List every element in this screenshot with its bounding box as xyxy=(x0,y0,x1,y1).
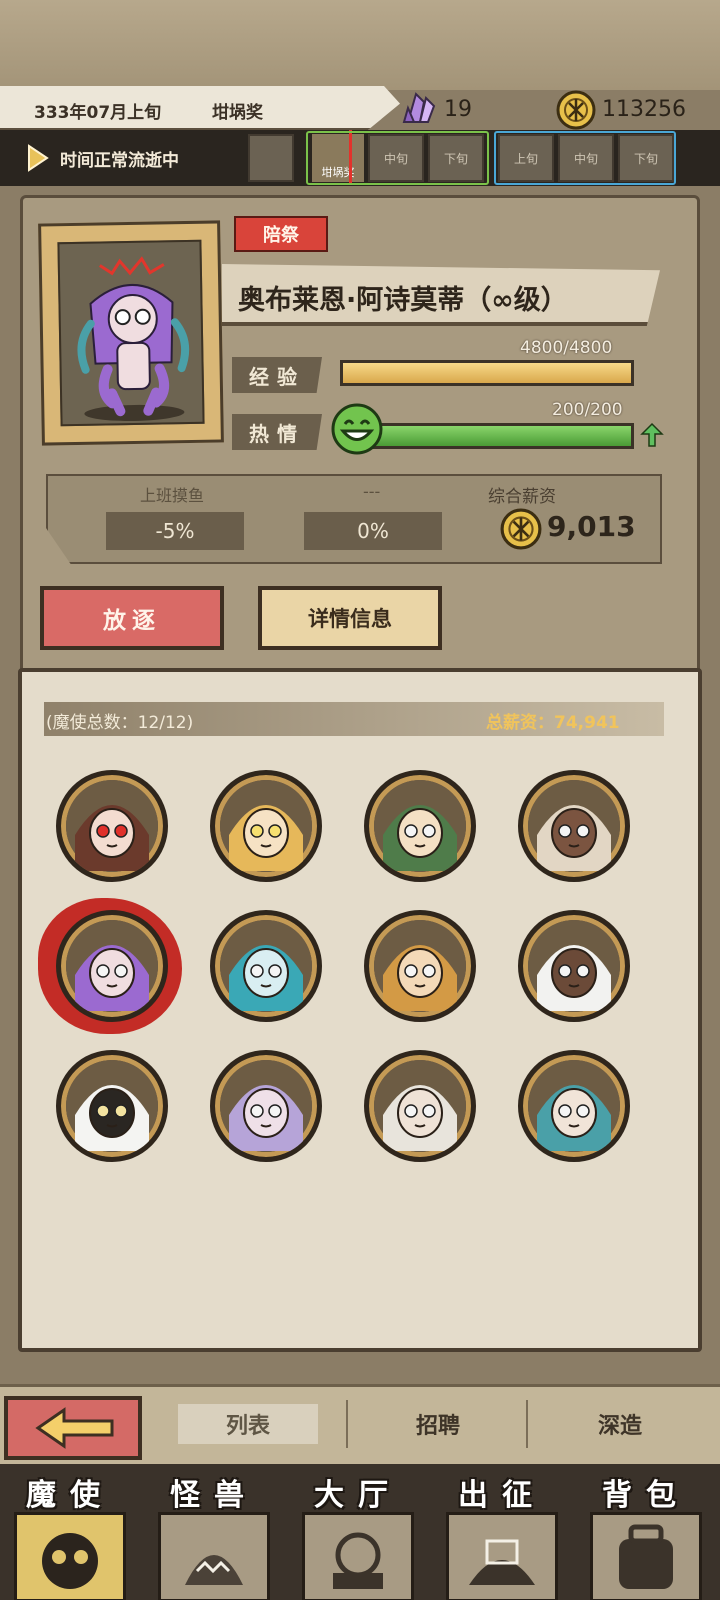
avatar-portrait xyxy=(374,1060,466,1152)
passion-value: 200/200 xyxy=(552,400,623,420)
skull-icon xyxy=(14,1512,126,1600)
avatar-portrait xyxy=(220,920,312,1012)
character-portrait[interactable] xyxy=(38,220,224,446)
roster-avatar[interactable] xyxy=(56,770,168,882)
current-date: 333年07月上旬 xyxy=(34,103,162,123)
slack-off-title: 上班摸鱼 xyxy=(140,486,205,505)
character-name: 奥布莱恩·阿诗莫蒂（∞级） xyxy=(238,285,568,316)
avatar-portrait xyxy=(220,1060,312,1152)
back-button[interactable] xyxy=(4,1396,142,1460)
top-background xyxy=(0,0,720,90)
roster-avatar[interactable] xyxy=(364,910,476,1022)
tab-divider xyxy=(346,1400,348,1448)
exp-bar xyxy=(340,360,634,386)
back-arrow-icon xyxy=(35,1407,114,1449)
nav-label: 魔使 xyxy=(26,1478,114,1513)
stat-two-value: 0% xyxy=(304,512,442,550)
tab-divider xyxy=(526,1400,528,1448)
monster-icon xyxy=(158,1512,270,1600)
avatar-portrait xyxy=(66,1060,158,1152)
current-month-group xyxy=(306,131,489,185)
avatar-portrait xyxy=(528,920,620,1012)
tab-list[interactable]: 列表 xyxy=(178,1404,318,1444)
nav-label: 背包 xyxy=(602,1478,690,1513)
roster-avatar[interactable] xyxy=(518,770,630,882)
crystal-icon xyxy=(402,92,436,123)
passion-bar-fill xyxy=(373,426,631,446)
tab-train[interactable]: 深造 xyxy=(550,1404,690,1444)
play-icon[interactable] xyxy=(26,144,50,172)
roster-avatar[interactable] xyxy=(210,770,322,882)
roster-count: (魔使总数：12/12) xyxy=(46,713,194,733)
avatar-portrait xyxy=(528,1060,620,1152)
roster-avatar[interactable] xyxy=(518,910,630,1022)
avatar-portrait xyxy=(528,780,620,872)
avatar-portrait xyxy=(374,920,466,1012)
salary-value: 9,013 xyxy=(547,510,636,543)
roster-avatar[interactable] xyxy=(364,770,476,882)
time-status: 时间正常流逝中 xyxy=(60,151,179,171)
rank-badge: 陪祭 xyxy=(234,216,328,252)
nav-demons[interactable]: 魔使 xyxy=(0,1470,140,1600)
salary-title: 综合薪资 xyxy=(488,487,556,507)
roster-avatar[interactable] xyxy=(56,1050,168,1162)
coin-icon xyxy=(500,508,542,550)
bag-icon xyxy=(590,1512,702,1600)
nav-label: 怪兽 xyxy=(170,1478,258,1513)
passion-label: 热情 xyxy=(232,414,322,450)
up-arrow-icon xyxy=(640,422,664,447)
hall-icon xyxy=(302,1512,414,1600)
crystal-count: 19 xyxy=(444,97,472,122)
exp-label: 经验 xyxy=(232,357,322,393)
roster-avatar[interactable] xyxy=(364,1050,476,1162)
coin-icon xyxy=(556,90,596,130)
roster-avatar[interactable] xyxy=(210,1050,322,1162)
slack-off-value: -5% xyxy=(106,512,244,550)
next-month-group xyxy=(494,131,676,185)
roster-total-salary: 总薪资：74,941 xyxy=(486,713,620,733)
nav-bag[interactable]: 背包 xyxy=(576,1470,716,1600)
coin-count: 113256 xyxy=(602,97,686,122)
award-name: 坩埚奖 xyxy=(212,103,263,123)
portrait-image xyxy=(57,239,205,427)
exile-button[interactable]: 放逐 xyxy=(40,586,224,650)
avatar-portrait xyxy=(66,920,158,1012)
avatar-portrait xyxy=(220,780,312,872)
nav-monsters[interactable]: 怪兽 xyxy=(144,1470,284,1600)
tab-recruit[interactable]: 招聘 xyxy=(368,1404,508,1444)
avatar-portrait xyxy=(374,780,466,872)
nav-label: 大厅 xyxy=(314,1478,402,1513)
details-button[interactable]: 详情信息 xyxy=(258,586,442,650)
avatar-portrait xyxy=(66,780,158,872)
roster-avatar[interactable] xyxy=(518,1050,630,1162)
happy-face-icon xyxy=(331,403,383,455)
exp-value: 4800/4800 xyxy=(520,338,613,358)
roster-avatar[interactable] xyxy=(210,910,322,1022)
exp-bar-fill xyxy=(343,363,631,383)
character-illustration xyxy=(77,256,190,421)
roster-avatar[interactable] xyxy=(56,910,168,1022)
nav-battle[interactable]: 出征 xyxy=(432,1470,572,1600)
nav-label: 出征 xyxy=(458,1478,546,1513)
passion-bar xyxy=(370,423,634,449)
stat-two-title: --- xyxy=(363,482,381,501)
battle-icon xyxy=(446,1512,558,1600)
nav-hall[interactable]: 大厅 xyxy=(288,1470,428,1600)
period-previous[interactable] xyxy=(248,134,294,182)
